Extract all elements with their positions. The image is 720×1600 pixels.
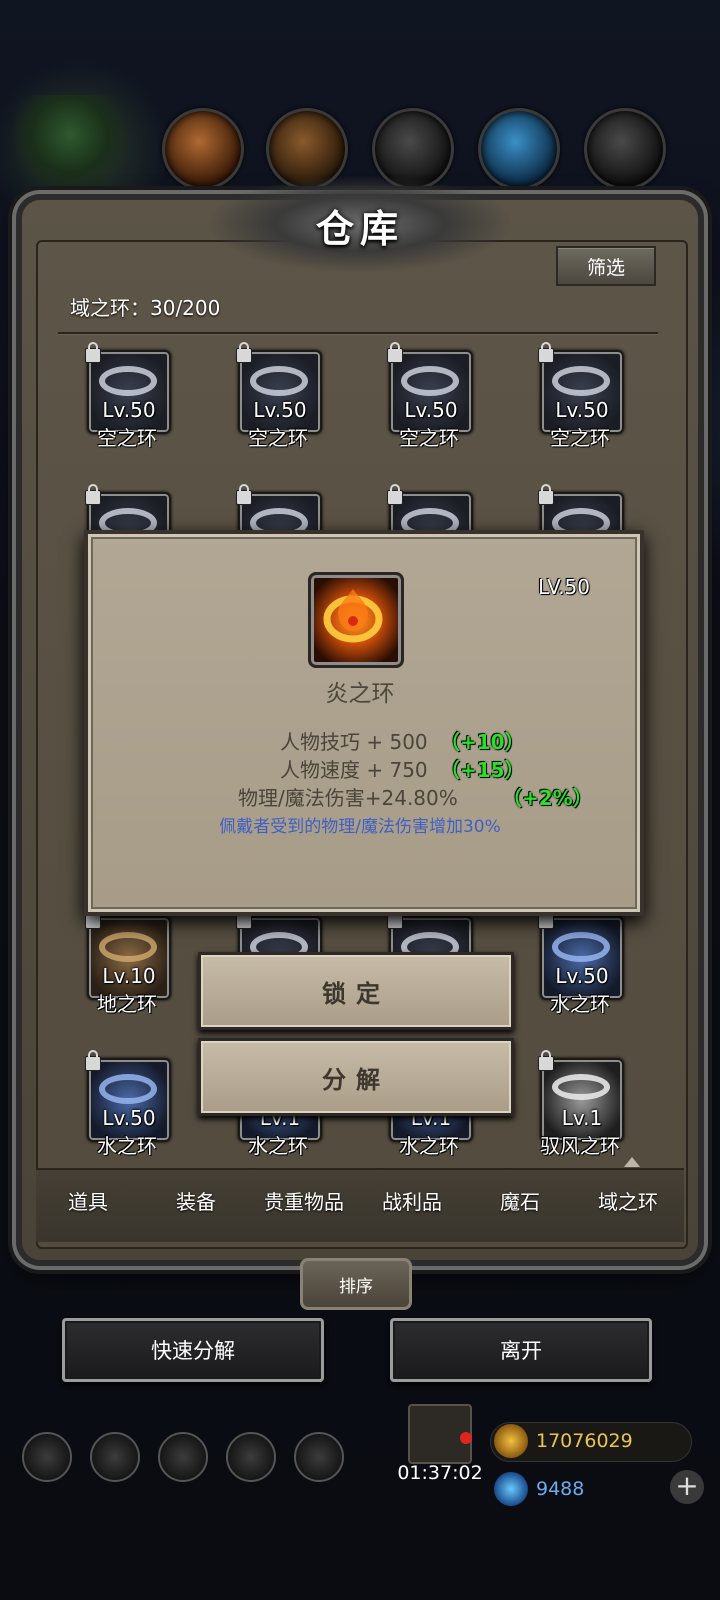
- lock-icon: [236, 342, 252, 363]
- item-level: Lv.50: [253, 398, 307, 422]
- lock-icon: [236, 484, 252, 505]
- stat-speed-label: 人物速度 + 750: [280, 758, 428, 782]
- tab-magic-stone[interactable]: 魔石: [466, 1186, 574, 1215]
- ring-icon: [552, 1074, 610, 1100]
- gem-icon: [494, 1472, 528, 1506]
- notification-dot: [460, 1432, 472, 1444]
- lock-icon: [538, 484, 554, 505]
- tab-domain-ring[interactable]: 域之环: [574, 1186, 682, 1215]
- item-name: 空之环: [399, 426, 459, 450]
- ring-icon: [99, 1074, 157, 1104]
- achievement-icon[interactable]: [90, 1432, 140, 1482]
- event-timer: 01:37:02: [397, 1462, 483, 1484]
- item-level: Lv.50: [102, 1106, 156, 1130]
- quick-decompose-button[interactable]: 快速分解: [62, 1318, 324, 1382]
- settings-icon[interactable]: [22, 1432, 72, 1482]
- gem-amount: 9488: [536, 1478, 585, 1500]
- item-name: 水之环: [399, 1134, 459, 1158]
- lock-icon: [85, 342, 101, 363]
- lock-icon: [85, 908, 101, 929]
- ring-icon: [401, 366, 459, 396]
- ring-icon: [552, 366, 610, 396]
- tooltip-item-name: 炎之环: [325, 681, 395, 707]
- lock-icon: [538, 342, 554, 363]
- sort-button[interactable]: 排序: [300, 1258, 412, 1310]
- panel-title: 仓库: [315, 206, 404, 251]
- ring-icon: [99, 932, 157, 962]
- lock-icon: [85, 1050, 101, 1071]
- header-divider: [58, 332, 658, 334]
- gold-coin-icon: [494, 1424, 528, 1458]
- tab-valuables[interactable]: 贵重物品: [250, 1186, 358, 1215]
- filter-button[interactable]: 筛选: [556, 246, 656, 286]
- decompose-button[interactable]: 分解: [198, 1038, 514, 1116]
- item-name: 水之环: [550, 992, 610, 1016]
- lock-icon: [538, 908, 554, 929]
- tab-items[interactable]: 道具: [34, 1186, 142, 1215]
- item-level: Lv.50: [102, 398, 156, 422]
- map-icon[interactable]: [294, 1432, 344, 1482]
- item-name: 地之环: [97, 992, 157, 1016]
- leave-button[interactable]: 离开: [390, 1318, 652, 1382]
- item-name: 空之环: [97, 426, 157, 450]
- stat-skill-label: 人物技巧 + 500: [280, 730, 428, 754]
- stat-damage-label: 物理/魔法伤害+24.80%: [238, 786, 458, 810]
- category-count-label: 域之环：30/200: [70, 296, 221, 320]
- item-name: 水之环: [97, 1134, 157, 1158]
- mail-icon[interactable]: [226, 1432, 276, 1482]
- item-name: 水之环: [248, 1134, 308, 1158]
- lock-icon: [387, 484, 403, 505]
- item-level: Lv.1: [561, 1106, 603, 1130]
- fire-ring-art: [323, 589, 383, 643]
- item-name: 空之环: [550, 426, 610, 450]
- stat-damage-bonus: （+2%）: [502, 786, 593, 810]
- fire-ring-icon: [308, 572, 404, 668]
- add-currency-icon[interactable]: +: [670, 1470, 704, 1504]
- tab-loot[interactable]: 战利品: [358, 1186, 466, 1215]
- item-name: 空之环: [248, 426, 308, 450]
- tooltip-description: 佩戴者受到的物理/魔法伤害增加30%: [219, 817, 501, 837]
- item-level: Lv.10: [102, 964, 156, 988]
- ring-icon: [99, 366, 157, 396]
- tab-equipment[interactable]: 装备: [142, 1186, 250, 1215]
- lock-icon: [85, 484, 101, 505]
- lock-icon: [387, 342, 403, 363]
- stat-skill-bonus: （+10）: [440, 730, 525, 754]
- selected-tab-indicator-icon: [624, 1157, 640, 1167]
- lock-button[interactable]: 锁定: [198, 952, 514, 1030]
- gold-amount: 17076029: [536, 1430, 633, 1452]
- item-level: Lv.50: [555, 964, 609, 988]
- stat-speed-bonus: （+15）: [440, 758, 525, 782]
- item-name: 驭风之环: [540, 1134, 620, 1158]
- item-level: Lv.50: [555, 398, 609, 422]
- ring-icon: [250, 366, 308, 396]
- ring-icon: [552, 932, 610, 962]
- rank-icon[interactable]: [158, 1432, 208, 1482]
- lock-icon: [538, 1050, 554, 1071]
- lock-icon: [236, 908, 252, 929]
- lock-icon: [387, 908, 403, 929]
- item-level: Lv.50: [404, 398, 458, 422]
- palm-tree-decoration: [10, 95, 130, 195]
- tooltip-level: LV.50: [538, 575, 590, 599]
- resource-iron-icon: [584, 108, 666, 190]
